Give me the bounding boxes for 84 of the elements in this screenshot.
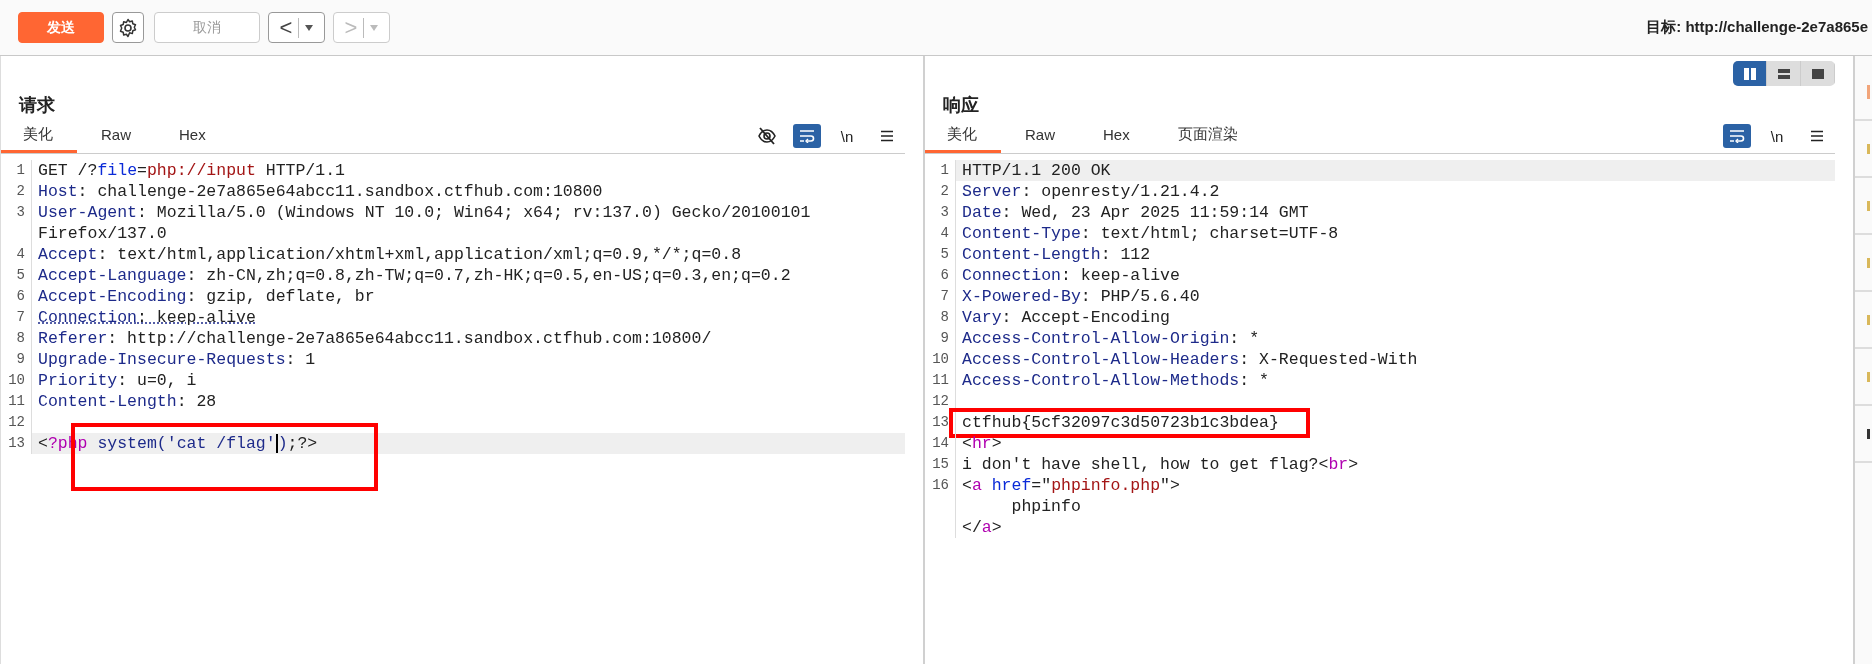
- code-line: Connection: keep-alive: [961, 265, 1181, 286]
- line-number: 12: [1, 412, 32, 433]
- line-number: 2: [1, 181, 32, 202]
- code-line: ctfhub{5cf32097c3d50723b1c3bdea}: [961, 412, 1280, 433]
- caret-icon: [305, 23, 314, 32]
- back-button[interactable]: <: [268, 12, 325, 43]
- panel-title: 请求: [17, 94, 56, 117]
- code-line: GET /?file=php://input HTTP/1.1: [37, 160, 346, 181]
- code-line: <hr>: [961, 433, 1003, 454]
- code-line: User-Agent: Mozilla/5.0 (Windows NT 10.0; Win64; x64; rv:137.0) Gecko/20100101: [37, 202, 812, 223]
- target-label: 目标: http://challenge-2e7a865e: [1646, 18, 1869, 37]
- line-number: 14: [925, 433, 956, 454]
- line-number: 16: [925, 475, 956, 496]
- newline-button[interactable]: \n: [1763, 124, 1791, 148]
- code-line: Access-Control-Allow-Origin: *: [961, 328, 1261, 349]
- code-line: Firefox/137.0: [37, 223, 168, 244]
- code-line: Date: Wed, 23 Apr 2025 11:59:14 GMT: [961, 202, 1310, 223]
- line-number: 3: [1, 202, 32, 223]
- line-number: 15: [925, 454, 956, 475]
- line-number: 4: [925, 223, 956, 244]
- line-number: 9: [925, 328, 956, 349]
- tab[interactable]: Hex: [1079, 119, 1154, 153]
- line-number: 5: [925, 244, 956, 265]
- code-line: i don't have shell, how to get flag?<br>: [961, 454, 1360, 475]
- code-line: Referer: http://challenge-2e7a865e64abcc11.sandbox.ctfhub.com:10800/: [37, 328, 713, 349]
- code-line: phpinfo: [1010, 496, 1082, 517]
- line-number: 6: [925, 265, 956, 286]
- code-line: Accept-Encoding: gzip, deflate, br: [37, 286, 376, 307]
- line-number: 11: [925, 370, 956, 391]
- code-line: Access-Control-Allow-Headers: X-Requested-With: [961, 349, 1419, 370]
- code-line: Server: openresty/1.21.4.2: [961, 181, 1221, 202]
- tab[interactable]: Raw: [1001, 119, 1079, 153]
- code-line: Accept: text/html,application/xhtml+xml,application/xml;q=0.9,*/*;q=0.8: [37, 244, 743, 265]
- wrap-icon: [799, 129, 815, 143]
- line-number: 8: [1, 328, 32, 349]
- code-line: <a href="phpinfo.php">: [961, 475, 1181, 496]
- eye-slash-icon: [757, 127, 777, 145]
- newline-button[interactable]: \n: [833, 124, 861, 148]
- tab[interactable]: Hex: [155, 119, 230, 153]
- tab[interactable]: Raw: [77, 119, 155, 153]
- line-number: 6: [1, 286, 32, 307]
- settings-button[interactable]: [112, 12, 144, 43]
- tab[interactable]: 美化: [925, 119, 1001, 153]
- single-layout-icon: [1810, 66, 1825, 81]
- settings-icon: [118, 17, 138, 38]
- line-number: 12: [925, 391, 956, 412]
- code-line: Upgrade-Insecure-Requests: 1: [37, 349, 317, 370]
- line-number: 4: [1, 244, 32, 265]
- caret-icon: [370, 23, 379, 32]
- menu-icon: [880, 130, 894, 142]
- line-number: 8: [925, 307, 956, 328]
- code-line: Content-Length: 28: [37, 391, 218, 412]
- code-line: Host: challenge-2e7a865e64abcc11.sandbox.ctfhub.com:10800: [37, 181, 604, 202]
- line-number: 3: [925, 202, 956, 223]
- line-number: 13: [925, 412, 956, 433]
- inspector-tab-icon[interactable]: [1867, 428, 1870, 439]
- wrap-toggle[interactable]: [793, 124, 821, 148]
- line-number: 10: [925, 349, 956, 370]
- code-line: X-Powered-By: PHP/5.6.40: [961, 286, 1201, 307]
- rows-layout-icon: [1776, 66, 1791, 81]
- code-line: Content-Type: text/html; charset=UTF-8: [961, 223, 1340, 244]
- line-number: 10: [1, 370, 32, 391]
- panel-title: 响应: [942, 94, 980, 117]
- code-line: Connection: keep-alive: [37, 307, 257, 328]
- code-line: Content-Length: 112: [961, 244, 1152, 265]
- line-number: 5: [1, 265, 32, 286]
- wrap-toggle[interactable]: [1723, 124, 1751, 148]
- line-number: 7: [1, 307, 32, 328]
- code-line: Access-Control-Allow-Methods: *: [961, 370, 1270, 391]
- line-number: 2: [925, 181, 956, 202]
- code-line: Priority: u=0, i: [37, 370, 198, 391]
- wrap-icon: [1729, 129, 1745, 143]
- layout-button[interactable]: [1733, 61, 1767, 86]
- menu-icon: [1810, 130, 1824, 142]
- code-line: Accept-Language: zh-CN,zh;q=0.8,zh-TW;q=0.7,zh-HK;q=0.5,en-US;q=0.3,en;q=0.2: [37, 265, 792, 286]
- code-line: </a>: [961, 517, 1003, 538]
- line-number: 9: [1, 349, 32, 370]
- line-number: 1: [1, 160, 32, 181]
- code-line: Vary: Accept-Encoding: [961, 307, 1171, 328]
- line-number: 7: [925, 286, 956, 307]
- columns-layout-icon: [1742, 66, 1757, 81]
- tab[interactable]: 页面渲染: [1153, 119, 1262, 153]
- tab[interactable]: 美化: [1, 119, 77, 153]
- line-number: 11: [1, 391, 32, 412]
